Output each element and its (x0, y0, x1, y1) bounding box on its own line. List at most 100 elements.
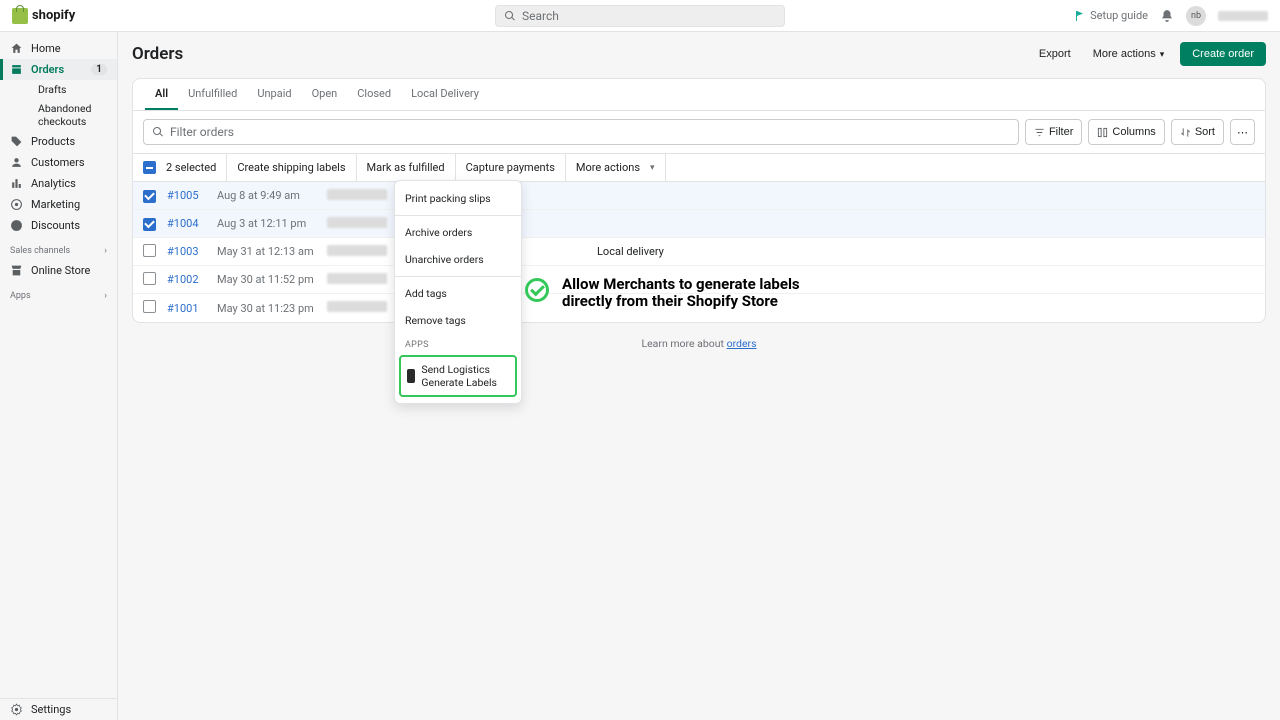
section-apps: Apps › (0, 281, 117, 305)
bulk-capture-payments[interactable]: Capture payments (456, 154, 566, 181)
columns-button[interactable]: Columns (1088, 119, 1164, 145)
section-sales-channels: Sales channels › (0, 236, 117, 260)
nav-home[interactable]: Home (0, 38, 117, 59)
filter-icon (1034, 127, 1045, 138)
chevron-right-icon[interactable]: › (104, 246, 107, 256)
orders-icon (10, 63, 23, 76)
order-date: May 30 at 11:23 pm (217, 302, 327, 315)
customer-name (327, 301, 387, 312)
bulk-mark-fulfilled[interactable]: Mark as fulfilled (357, 154, 456, 181)
page-title: Orders (132, 44, 183, 64)
order-date: May 31 at 12:13 am (217, 245, 327, 258)
menu-archive-orders[interactable]: Archive orders (395, 219, 521, 246)
bell-icon[interactable] (1160, 9, 1174, 23)
search-icon (504, 10, 516, 22)
page-more-actions-button[interactable]: More actions (1087, 44, 1171, 64)
filter-input[interactable]: Filter orders (143, 119, 1019, 145)
nav-orders[interactable]: Orders 1 (0, 59, 117, 80)
learn-more-link[interactable]: orders (727, 337, 757, 350)
sidebar: Home Orders 1 Drafts Abandoned checkouts… (0, 32, 118, 720)
menu-app-send-logistics[interactable]: Send Logistics Generate Labels (399, 355, 517, 397)
percent-icon (10, 219, 23, 232)
orders-badge: 1 (91, 64, 107, 75)
create-order-button[interactable]: Create order (1180, 42, 1266, 66)
user-icon (10, 156, 23, 169)
sort-button[interactable]: Sort (1171, 119, 1224, 145)
menu-remove-tags[interactable]: Remove tags (395, 307, 521, 334)
customer-name (327, 245, 387, 256)
tab-open[interactable]: Open (302, 79, 348, 110)
avatar[interactable]: nb (1186, 6, 1206, 26)
table-row[interactable]: #1003 May 31 at 12:13 am $0.00 em Local … (133, 238, 1265, 266)
shopify-bag-icon (12, 8, 28, 24)
menu-unarchive-orders[interactable]: Unarchive orders (395, 246, 521, 273)
tab-local-delivery[interactable]: Local Delivery (401, 79, 489, 110)
order-id[interactable]: #1004 (167, 217, 217, 230)
nav-customers[interactable]: Customers (0, 152, 117, 173)
sort-icon (1180, 127, 1191, 138)
nav-analytics[interactable]: Analytics (0, 173, 117, 194)
row-checkbox[interactable] (143, 244, 156, 257)
topbar-right: Setup guide nb (1074, 6, 1268, 26)
customer-name (327, 273, 387, 284)
order-id[interactable]: #1002 (167, 273, 217, 286)
logo[interactable]: shopify (12, 8, 75, 24)
row-checkbox[interactable] (143, 218, 156, 231)
order-id[interactable]: #1005 (167, 189, 217, 202)
bulk-selected-cell[interactable]: 2 selected (133, 154, 227, 181)
row-checkbox[interactable] (143, 190, 156, 203)
menu-add-tags[interactable]: Add tags (395, 280, 521, 307)
menu-app-label: Send Logistics Generate Labels (421, 363, 509, 389)
tab-all[interactable]: All (145, 79, 178, 110)
customer-name (327, 217, 387, 228)
nav-drafts[interactable]: Drafts (30, 80, 117, 99)
search-placeholder: Search (522, 9, 559, 23)
columns-icon (1097, 127, 1108, 138)
order-id[interactable]: #1001 (167, 302, 217, 315)
order-date: Aug 8 at 9:49 am (217, 189, 327, 202)
delivery-method: Local delivery (587, 245, 1255, 258)
menu-print-packing-slips[interactable]: Print packing slips (395, 185, 521, 212)
store-icon (10, 264, 23, 277)
table-row[interactable]: #1005 Aug 8 at 9:49 am $1.00 em (133, 182, 1265, 210)
logo-text: shopify (32, 8, 75, 23)
gear-icon (10, 703, 23, 716)
filter-button[interactable]: Filter (1025, 119, 1082, 145)
setup-guide-link[interactable]: Setup guide (1074, 9, 1148, 22)
annotation-text: Allow Merchants to generate labels direc… (562, 276, 800, 311)
chevron-right-icon[interactable]: › (104, 291, 107, 301)
order-id[interactable]: #1003 (167, 245, 217, 258)
bulk-more-actions[interactable]: More actions (566, 154, 666, 181)
tabs: All Unfulfilled Unpaid Open Closed Local… (133, 79, 1265, 111)
main-content: Orders Export More actions Create order … (118, 32, 1280, 720)
export-button[interactable]: Export (1033, 44, 1077, 64)
selected-count: 2 selected (166, 161, 216, 174)
learn-more: Learn more about orders (132, 337, 1266, 350)
nav-marketing[interactable]: Marketing (0, 194, 117, 215)
menu-separator (395, 215, 521, 216)
home-icon (10, 42, 23, 55)
annotation-check-icon (525, 278, 549, 302)
nav-discounts[interactable]: Discounts (0, 215, 117, 236)
tab-unfulfilled[interactable]: Unfulfilled (178, 79, 247, 110)
tab-closed[interactable]: Closed (347, 79, 401, 110)
row-checkbox[interactable] (143, 272, 156, 285)
search-input[interactable]: Search (495, 5, 785, 27)
nav-abandoned[interactable]: Abandoned checkouts (30, 99, 117, 131)
select-all-checkbox[interactable] (143, 161, 156, 174)
nav-settings[interactable]: Settings (0, 698, 117, 720)
nav-online-store[interactable]: Online Store (0, 260, 117, 281)
bulk-action-bar: 2 selected Create shipping labels Mark a… (133, 153, 1265, 182)
search-icon (152, 126, 164, 138)
nav-products[interactable]: Products (0, 131, 117, 152)
table-row[interactable]: #1004 Aug 3 at 12:11 pm $1.00 em (133, 210, 1265, 238)
overflow-button[interactable]: ⋯ (1230, 119, 1255, 145)
row-checkbox[interactable] (143, 300, 156, 313)
filter-placeholder: Filter orders (170, 125, 234, 139)
chart-icon (10, 177, 23, 190)
bulk-shipping-labels[interactable]: Create shipping labels (227, 154, 356, 181)
toolbar: Filter orders Filter Columns Sort ⋯ (133, 111, 1265, 153)
tab-unpaid[interactable]: Unpaid (247, 79, 301, 110)
order-date: May 30 at 11:52 pm (217, 273, 327, 286)
more-actions-menu: Print packing slips Archive orders Unarc… (394, 180, 522, 404)
